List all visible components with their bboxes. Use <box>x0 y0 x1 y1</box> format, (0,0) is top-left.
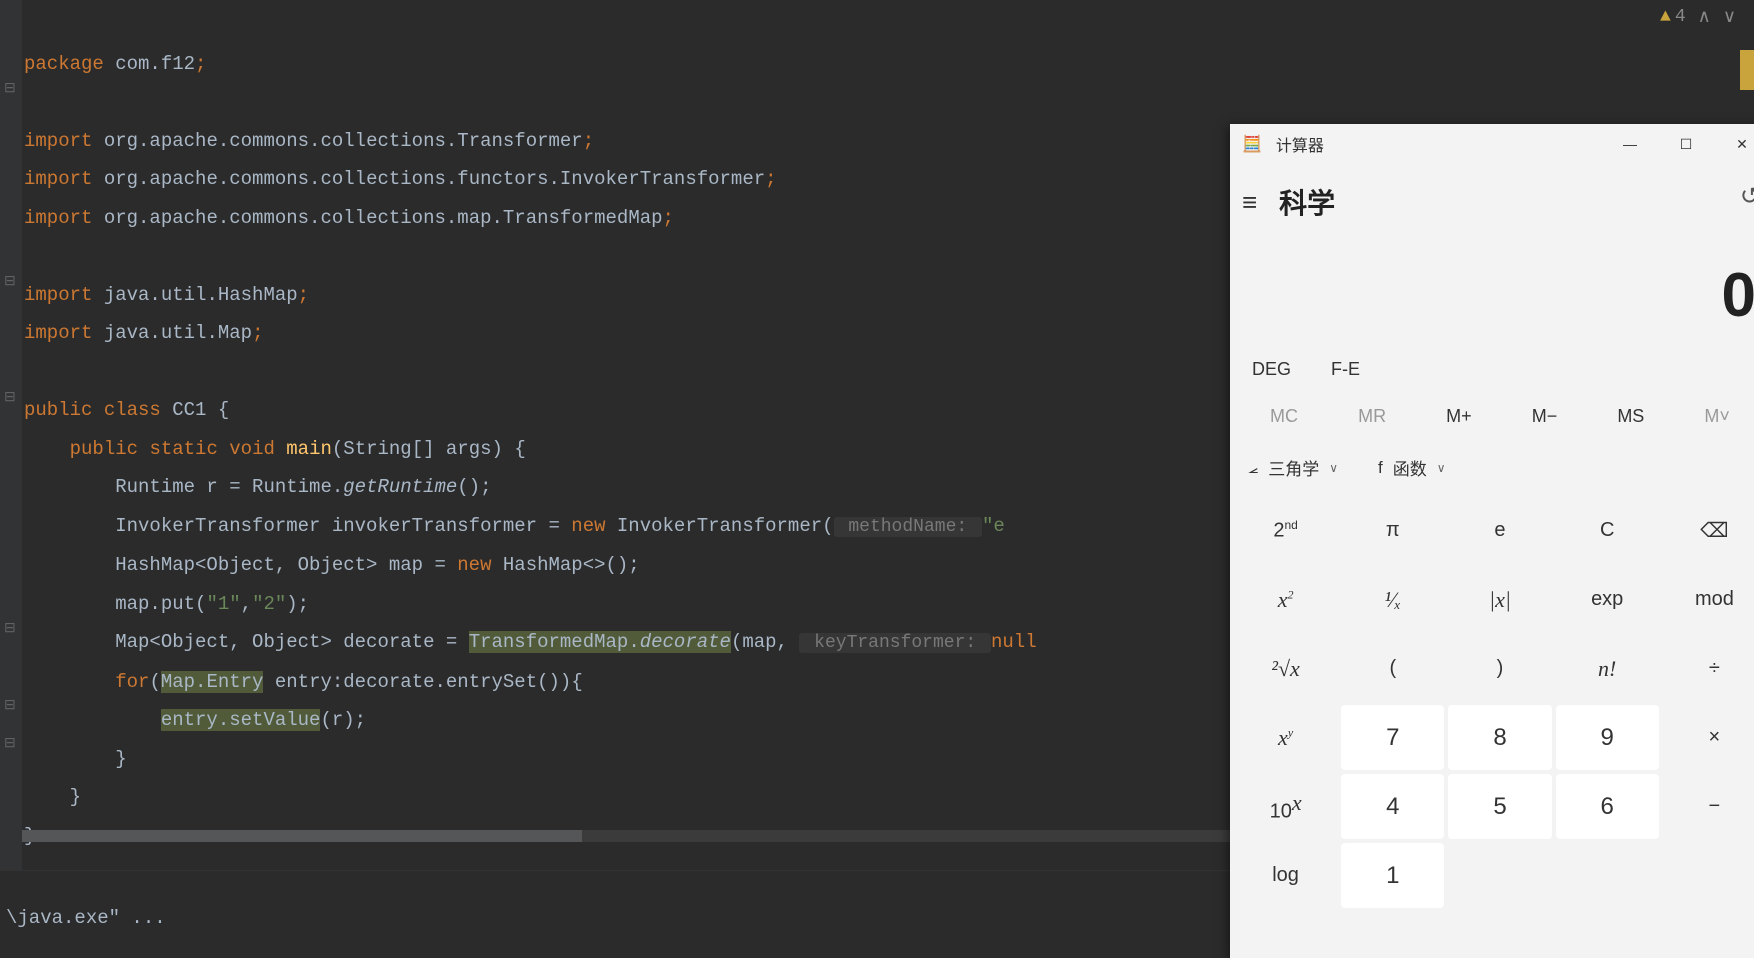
fold-icon[interactable]: ⊟ <box>4 275 18 289</box>
keyword-class: class <box>104 399 172 421</box>
key-multiply[interactable]: × <box>1663 705 1754 770</box>
memory-row: MC MR M+ M− MS M˅ <box>1230 398 1754 445</box>
key-7[interactable]: 7 <box>1341 705 1444 770</box>
key-lparen[interactable]: ( <box>1341 636 1444 701</box>
key-clear[interactable]: C <box>1556 498 1659 563</box>
keyword-import: import <box>24 130 104 152</box>
warning-badge[interactable]: ▲ 4 <box>1660 7 1686 27</box>
history-icon[interactable]: ↺ <box>1740 182 1754 211</box>
mv-button[interactable]: M˅ <box>1704 406 1730 427</box>
method-name: main <box>286 438 332 460</box>
key-1[interactable]: 1 <box>1341 843 1444 908</box>
keyword-public: public <box>24 399 104 421</box>
prev-highlight-icon[interactable]: ∧ <box>1698 6 1711 28</box>
parameter-hint: methodName: <box>834 517 982 537</box>
mminus-button[interactable]: M− <box>1532 406 1558 427</box>
fe-toggle[interactable]: F-E <box>1331 359 1360 380</box>
key-ten-power[interactable]: 10x <box>1234 774 1337 839</box>
fold-icon[interactable]: ⊟ <box>4 622 18 636</box>
highlighted-code: TransformedMap.decorate <box>469 631 731 653</box>
key-reciprocal[interactable]: ¹⁄ₓ <box>1341 567 1444 632</box>
key-rparen[interactable]: ) <box>1448 636 1551 701</box>
warning-count: 4 <box>1675 7 1686 27</box>
close-button[interactable]: ✕ <box>1714 124 1754 164</box>
maximize-button[interactable]: ☐ <box>1658 124 1714 164</box>
fold-end-icon[interactable]: ⊟ <box>4 737 18 751</box>
next-highlight-icon[interactable]: ∨ <box>1723 6 1736 28</box>
key-abs[interactable]: |x| <box>1448 567 1551 632</box>
key-pi[interactable]: π <box>1341 498 1444 563</box>
calculator-mode: 科学 <box>1279 182 1335 222</box>
calculator-display: 0 <box>1230 230 1754 351</box>
calculator-title: 计算器 <box>1276 132 1324 156</box>
key-log[interactable]: log <box>1234 843 1337 908</box>
key-divide[interactable]: ÷ <box>1663 636 1754 701</box>
calculator-titlebar[interactable]: 🧮 计算器 — ☐ ✕ <box>1230 124 1754 164</box>
key-5[interactable]: 5 <box>1448 774 1551 839</box>
deg-toggle[interactable]: DEG <box>1252 359 1291 380</box>
ms-button[interactable]: MS <box>1617 406 1644 427</box>
parameter-hint: keyTransformer: <box>799 633 991 653</box>
key-backspace[interactable]: ⌫ <box>1663 498 1754 563</box>
trig-dropdown[interactable]: ⦟ 三角学 ∨ <box>1248 455 1338 480</box>
chevron-down-icon: ∨ <box>1329 461 1338 475</box>
console-output: \java.exe" ... <box>6 907 166 929</box>
key-power[interactable]: xy <box>1234 705 1337 770</box>
minimize-button[interactable]: — <box>1602 124 1658 164</box>
calculator-window: 🧮 计算器 — ☐ ✕ ≡ 科学 ↺ 0 DEG F-E MC MR M+ M−… <box>1230 124 1754 958</box>
key-minus[interactable]: − <box>1663 774 1754 839</box>
menu-icon[interactable]: ≡ <box>1242 187 1257 218</box>
calculator-app-icon: 🧮 <box>1242 134 1262 154</box>
key-8[interactable]: 8 <box>1448 705 1551 770</box>
calculator-header: ≡ 科学 ↺ <box>1230 164 1754 230</box>
fold-icon[interactable]: ⊟ <box>4 391 18 405</box>
function-dropdown[interactable]: f 函数 ∨ <box>1378 455 1446 480</box>
key-2nd[interactable]: 2nd <box>1234 498 1337 563</box>
keyword-import: import <box>24 168 104 190</box>
mr-button[interactable]: MR <box>1358 406 1386 427</box>
scrollbar-thumb[interactable] <box>22 830 582 842</box>
key-e[interactable]: e <box>1448 498 1551 563</box>
editor-status: ▲ 4 ∧ ∨ <box>1660 6 1736 28</box>
highlighted-code: entry.setValue <box>161 709 321 731</box>
key-exp[interactable]: exp <box>1556 567 1659 632</box>
mc-button[interactable]: MC <box>1270 406 1298 427</box>
key-6[interactable]: 6 <box>1556 774 1659 839</box>
key-9[interactable]: 9 <box>1556 705 1659 770</box>
angle-icon: ⦟ <box>1248 458 1258 478</box>
calculator-keypad: 2nd π e C ⌫ x2 ¹⁄ₓ |x| exp mod ²√x ( ) n… <box>1230 498 1754 908</box>
key-mod[interactable]: mod <box>1663 567 1754 632</box>
highlighted-code: Map.Entry <box>161 671 264 693</box>
key-x-squared[interactable]: x2 <box>1234 567 1337 632</box>
function-row: ⦟ 三角学 ∨ f 函数 ∨ <box>1230 445 1754 498</box>
fold-icon[interactable]: ⊟ <box>4 82 18 96</box>
code-content[interactable]: package com.f12; import org.apache.commo… <box>24 6 1037 855</box>
warning-icon: ▲ <box>1660 7 1671 27</box>
key-sqrt[interactable]: ²√x <box>1234 636 1337 701</box>
keyword-import: import <box>24 322 104 344</box>
keyword-import: import <box>24 207 104 229</box>
keyword-import: import <box>24 284 104 306</box>
editor-gutter: ⊟ ⊟ ⊟ ⊟ ⊟ ⊟ <box>0 0 22 870</box>
chevron-down-icon: ∨ <box>1437 461 1446 475</box>
editor-marker-stripe[interactable] <box>1740 50 1754 90</box>
window-controls: — ☐ ✕ <box>1602 124 1754 164</box>
mplus-button[interactable]: M+ <box>1446 406 1472 427</box>
key-factorial[interactable]: n! <box>1556 636 1659 701</box>
keyword-package: package <box>24 53 115 75</box>
key-4[interactable]: 4 <box>1341 774 1444 839</box>
fold-end-icon[interactable]: ⊟ <box>4 699 18 713</box>
